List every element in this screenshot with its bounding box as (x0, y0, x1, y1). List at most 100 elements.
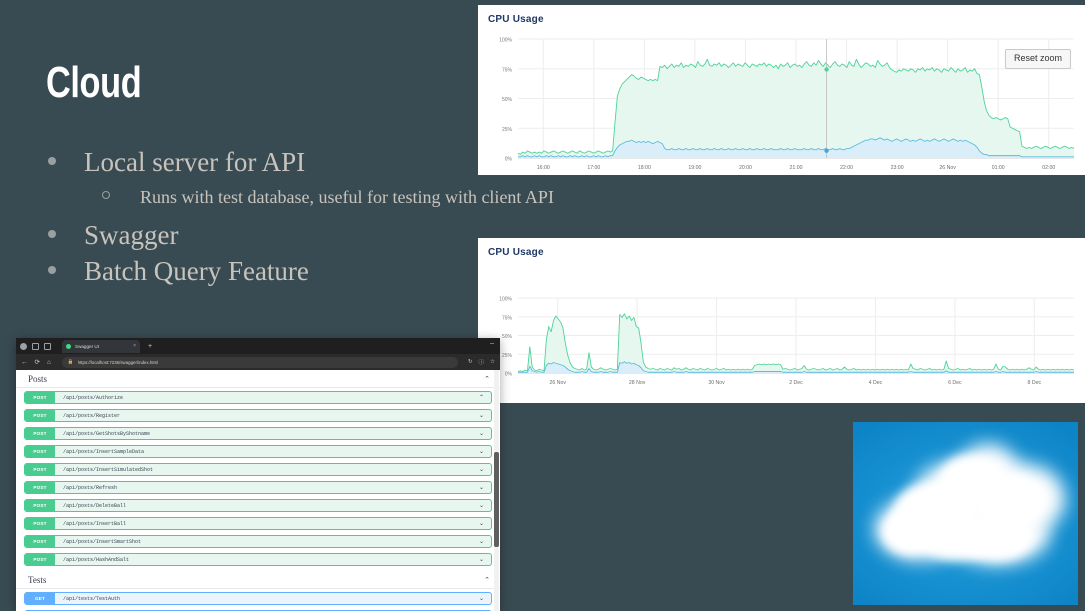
http-verb-badge: POST (25, 518, 55, 529)
home-icon[interactable]: ⌂ (47, 359, 51, 366)
http-verb-badge: POST (25, 500, 55, 511)
svg-text:25%: 25% (502, 353, 513, 359)
extensions-icon[interactable]: ↻ (468, 359, 473, 365)
chevron-down-icon[interactable]: ⌄ (479, 502, 491, 509)
http-verb-badge: POST (25, 446, 55, 457)
back-icon[interactable]: ← (21, 359, 28, 366)
endpoint-path: /api/posts/InsertSmartShot (63, 538, 142, 545)
svg-text:6 Dec: 6 Dec (948, 380, 962, 386)
endpoint-path: /api/posts/InsertBall (63, 520, 127, 527)
svg-text:8 Dec: 8 Dec (1028, 380, 1042, 386)
endpoint-path: /api/tests/TestAuth (63, 595, 121, 602)
chevron-down-icon[interactable]: ⌄ (479, 412, 491, 419)
browser-nav-bar: ← ⟳ ⌂ 🔒 https://localhost:7236/swagger/i… (16, 354, 500, 370)
svg-text:22:00: 22:00 (840, 165, 853, 171)
svg-text:2 Dec: 2 Dec (789, 380, 803, 386)
swagger-operation-row[interactable]: GET/api/tests/TestAuth ⌄ (24, 592, 492, 605)
slide-canvas: Cloud Local server for API Runs with tes… (0, 0, 1085, 611)
bullet-text: Local server for API (84, 147, 306, 177)
profile-icon[interactable] (32, 342, 39, 350)
swagger-section-header-posts[interactable]: Posts ⌃ (16, 370, 500, 388)
minimize-button[interactable]: – (490, 340, 494, 347)
svg-text:50%: 50% (502, 334, 513, 340)
scrollbar-thumb[interactable] (494, 452, 499, 547)
list-item: Swagger (48, 219, 478, 253)
swagger-operation-row[interactable]: POST/api/posts/GetShotsByShotname ⌄ (24, 427, 492, 440)
menu-icon[interactable]: ☆ (490, 359, 495, 365)
http-verb-badge: POST (25, 410, 55, 421)
chart-plot-area: 100% 75% 50% 25% 0% 16:00 17:00 18:00 19:00 20:00… (499, 38, 1075, 171)
window-menu-icon[interactable] (20, 342, 27, 350)
svg-text:100%: 100% (499, 297, 512, 303)
chevron-down-icon[interactable]: ⌄ (479, 466, 491, 473)
swagger-operation-row[interactable]: POST/api/posts/Register ⌄ (24, 409, 492, 422)
chevron-down-icon[interactable]: ⌄ (479, 430, 491, 437)
swagger-section-header-tests[interactable]: Tests ⌃ (16, 571, 500, 589)
svg-text:4 Dec: 4 Dec (869, 380, 883, 386)
endpoint-path: /api/posts/InsertSampleData (63, 448, 145, 455)
svg-text:26 Nov: 26 Nov (549, 380, 566, 386)
browser-toolbar-icons: ↻ ⓘ ☆ (462, 358, 495, 366)
endpoint-path: /api/posts/Refresh (63, 484, 118, 491)
svg-text:18:00: 18:00 (638, 165, 651, 171)
chevron-down-icon[interactable]: ⌄ (479, 595, 491, 602)
swagger-operation-row[interactable]: POST/api/posts/DeleteBall ⌄ (24, 499, 492, 512)
chart-plot-area: 100% 75% 50% 25% 0% 26 Nov 28 Nov 30 Nov 2 Dec 4 … (499, 297, 1075, 386)
chevron-up-icon[interactable]: ⌃ (479, 394, 491, 401)
endpoint-path: /api/posts/GetShotsByShotname (63, 430, 151, 437)
swagger-operation-row[interactable]: POST/api/posts/InsertSmartShot ⌄ (24, 535, 492, 548)
list-item: Runs with test database, useful for test… (102, 186, 554, 209)
chevron-down-icon[interactable]: ⌄ (479, 538, 491, 545)
endpoint-path: /api/posts/HashAndSalt (63, 556, 130, 563)
swagger-operation-list-posts: POST/api/posts/Authorize ⌃ POST/api/posts/… (16, 388, 500, 566)
svg-text:26 Nov: 26 Nov (939, 165, 956, 171)
chevron-up-icon[interactable]: ⌃ (484, 576, 490, 584)
tab-search-icon[interactable] (44, 342, 51, 350)
cpu-usage-chart-top: CPU Usage 100% 75% 50% 25% 0% 16:00 17:00 18:00… (478, 5, 1085, 175)
close-icon[interactable]: × (127, 343, 136, 349)
swagger-operation-row[interactable]: POST/api/posts/Authorize ⌃ (24, 391, 492, 404)
lock-icon: 🔒 (67, 359, 74, 364)
swagger-operation-row[interactable]: POST/api/posts/Refresh ⌄ (24, 481, 492, 494)
svg-text:21:00: 21:00 (790, 165, 803, 171)
section-title: Tests (28, 575, 47, 585)
svg-text:16:00: 16:00 (537, 165, 550, 171)
svg-text:30 Nov: 30 Nov (708, 380, 725, 386)
browser-tab[interactable]: Swagger UI × (62, 339, 140, 353)
svg-text:75%: 75% (502, 67, 513, 73)
svg-text:50%: 50% (502, 97, 513, 103)
http-verb-badge: POST (25, 464, 55, 475)
chevron-down-icon[interactable]: ⌄ (479, 484, 491, 491)
endpoint-path: /api/posts/DeleteBall (63, 502, 127, 509)
cloud-photo (853, 422, 1078, 605)
bullet-dot-icon (48, 265, 56, 274)
browser-tab-title: Swagger UI (75, 343, 100, 349)
url-text: https://localhost:7236/swagger/index.htm… (77, 359, 159, 365)
svg-text:01:00: 01:00 (992, 165, 1005, 171)
reload-icon[interactable]: ⟳ (35, 358, 40, 366)
new-tab-button[interactable]: + (148, 343, 152, 350)
svg-text:19:00: 19:00 (688, 165, 701, 171)
chevron-down-icon[interactable]: ⌄ (479, 556, 491, 563)
endpoint-path: /api/posts/InsertSimulatedShot (63, 466, 154, 473)
svg-text:100%: 100% (499, 38, 512, 44)
chevron-up-icon[interactable]: ⌃ (484, 375, 490, 383)
chevron-down-icon[interactable]: ⌄ (479, 520, 491, 527)
chevron-down-icon[interactable]: ⌄ (479, 448, 491, 455)
list-item: Local server for API (48, 146, 478, 180)
section-title: Posts (28, 374, 48, 384)
svg-text:23:00: 23:00 (891, 165, 904, 171)
address-bar[interactable]: 🔒 https://localhost:7236/swagger/index.h… (61, 356, 458, 368)
swagger-operation-row[interactable]: POST/api/posts/InsertBall ⌄ (24, 517, 492, 530)
account-icon[interactable]: ⓘ (479, 358, 485, 366)
bullet-ring-icon (102, 190, 110, 199)
reset-zoom-button[interactable]: Reset zoom (1004, 49, 1071, 69)
http-verb-badge: POST (25, 428, 55, 439)
bullet-text: Runs with test database, useful for test… (140, 186, 554, 207)
svg-text:75%: 75% (502, 315, 513, 321)
swagger-operation-row[interactable]: POST/api/posts/HashAndSalt ⌄ (24, 553, 492, 566)
svg-text:28 Nov: 28 Nov (629, 380, 646, 386)
swagger-operation-row[interactable]: POST/api/posts/InsertSampleData ⌄ (24, 445, 492, 458)
swagger-operation-row[interactable]: POST/api/posts/InsertSimulatedShot ⌄ (24, 463, 492, 476)
bullet-dot-icon (48, 157, 56, 165)
